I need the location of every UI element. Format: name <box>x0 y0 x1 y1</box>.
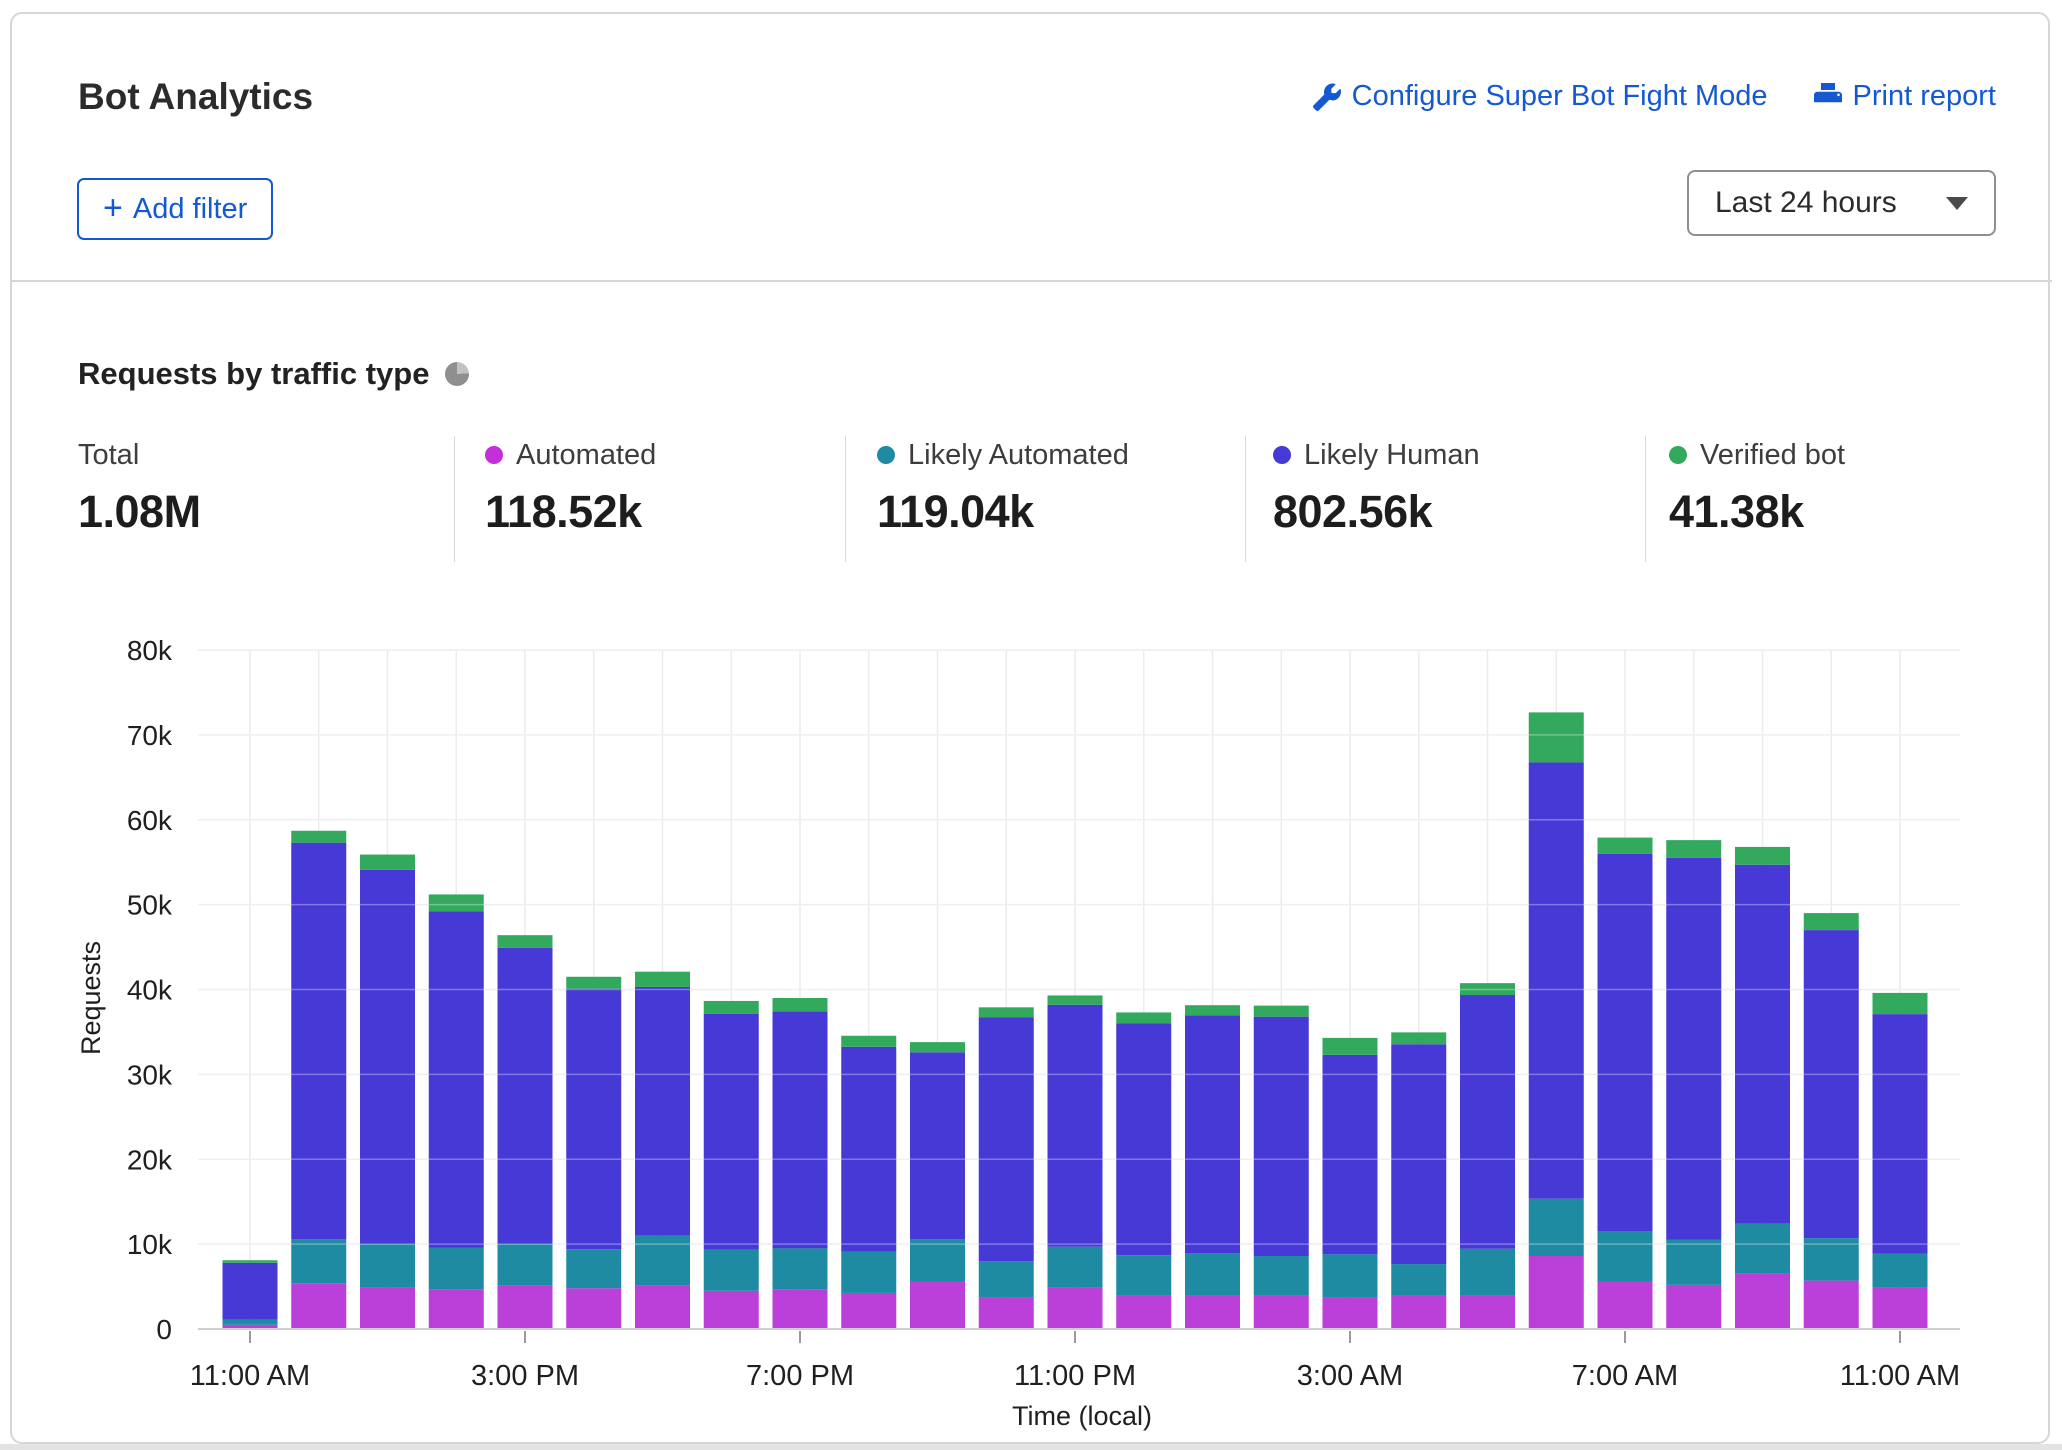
chevron-down-icon <box>1946 197 1968 210</box>
stat-total: Total 1.08M <box>78 438 201 538</box>
stat-value: 1.08M <box>78 486 201 538</box>
stat-likely-automated: Likely Automated 119.04k <box>877 438 1129 538</box>
stat-value: 41.38k <box>1669 486 1845 538</box>
stat-label: Likely Automated <box>908 439 1129 472</box>
stat-value: 119.04k <box>877 486 1129 538</box>
automated-legend-dot <box>485 446 503 464</box>
add-filter-label: Add filter <box>133 193 247 226</box>
header-actions: Configure Super Bot Fight Mode Print rep… <box>1313 80 1996 113</box>
stat-value: 802.56k <box>1273 486 1480 538</box>
stat-label: Total <box>78 439 139 472</box>
configure-super-bot-fight-mode-link[interactable]: Configure Super Bot Fight Mode <box>1313 80 1768 113</box>
pie-chart-icon <box>445 362 469 386</box>
stat-label: Automated <box>516 439 656 472</box>
configure-link-label: Configure Super Bot Fight Mode <box>1352 80 1768 113</box>
stat-divider <box>1645 436 1646 562</box>
verified-bot-legend-dot <box>1669 446 1687 464</box>
stat-divider <box>845 436 846 562</box>
add-filter-button[interactable]: + Add filter <box>77 178 273 240</box>
wrench-icon <box>1313 83 1341 111</box>
stat-label: Likely Human <box>1304 439 1480 472</box>
bot-analytics-page: Bot Analytics Configure Super Bot Fight … <box>0 0 2062 1450</box>
likely-human-legend-dot <box>1273 446 1291 464</box>
header-divider <box>10 280 2052 282</box>
stat-divider <box>454 436 455 562</box>
stat-value: 118.52k <box>485 486 656 538</box>
print-link-label: Print report <box>1853 80 1996 113</box>
time-range-value: Last 24 hours <box>1715 186 1897 220</box>
bottom-divider <box>0 1444 2062 1450</box>
stat-verified-bot: Verified bot 41.38k <box>1669 438 1845 538</box>
plus-icon: + <box>103 191 123 225</box>
stat-likely-human: Likely Human 802.56k <box>1273 438 1480 538</box>
section-title-row: Requests by traffic type <box>78 356 469 392</box>
time-range-select[interactable]: Last 24 hours <box>1687 170 1996 236</box>
stat-automated: Automated 118.52k <box>485 438 656 538</box>
section-title: Requests by traffic type <box>78 356 429 392</box>
stat-divider <box>1245 436 1246 562</box>
likely-automated-legend-dot <box>877 446 895 464</box>
printer-icon <box>1814 83 1842 111</box>
stat-label: Verified bot <box>1700 439 1845 472</box>
page-title: Bot Analytics <box>78 76 313 118</box>
print-report-link[interactable]: Print report <box>1814 80 1996 113</box>
